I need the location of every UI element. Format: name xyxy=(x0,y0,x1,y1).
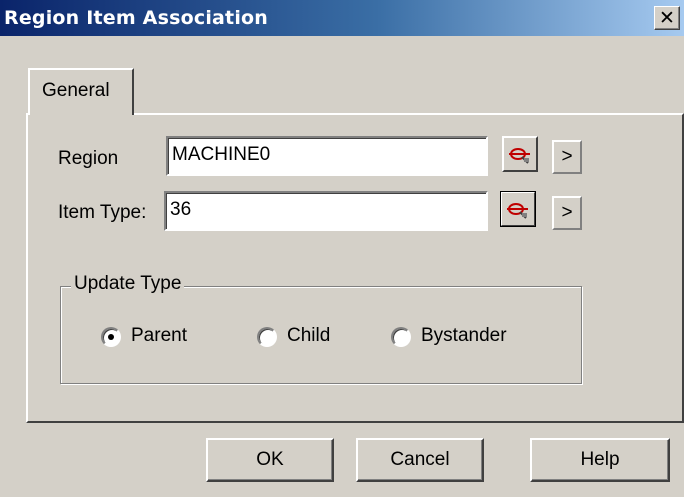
lookup-icon xyxy=(507,203,528,219)
window-title: Region Item Association xyxy=(4,7,269,29)
radio-bystander-label[interactable]: Bystander xyxy=(421,325,507,347)
ok-button[interactable]: OK xyxy=(206,438,334,482)
radio-child-label[interactable]: Child xyxy=(287,325,330,347)
radio-parent-dot xyxy=(108,334,114,340)
lookup-icon xyxy=(509,148,530,164)
update-type-group: Update Type Parent Child Bystander xyxy=(60,273,582,384)
item-type-label: Item Type: xyxy=(58,202,147,223)
cancel-button[interactable]: Cancel xyxy=(356,438,484,482)
radio-parent-label[interactable]: Parent xyxy=(131,325,187,347)
tab-general[interactable]: General xyxy=(28,68,134,115)
title-bar: Region Item Association ✕ xyxy=(0,0,684,36)
item-type-lookup-button[interactable] xyxy=(500,191,536,227)
item-type-arrow-button[interactable]: > xyxy=(552,196,582,230)
region-label: Region xyxy=(58,148,119,169)
help-button[interactable]: Help xyxy=(530,438,670,482)
close-icon: ✕ xyxy=(659,7,675,29)
region-input[interactable]: MACHINE0 xyxy=(166,136,488,176)
close-button[interactable]: ✕ xyxy=(654,6,680,30)
item-type-input[interactable]: 36 xyxy=(164,191,488,231)
radio-bystander[interactable] xyxy=(391,327,411,347)
region-lookup-button[interactable] xyxy=(502,136,538,172)
region-arrow-button[interactable]: > xyxy=(552,140,582,174)
tab-general-label: General xyxy=(42,80,110,101)
update-type-title: Update Type xyxy=(71,273,185,295)
radio-parent[interactable] xyxy=(101,327,121,347)
radio-child[interactable] xyxy=(257,327,277,347)
